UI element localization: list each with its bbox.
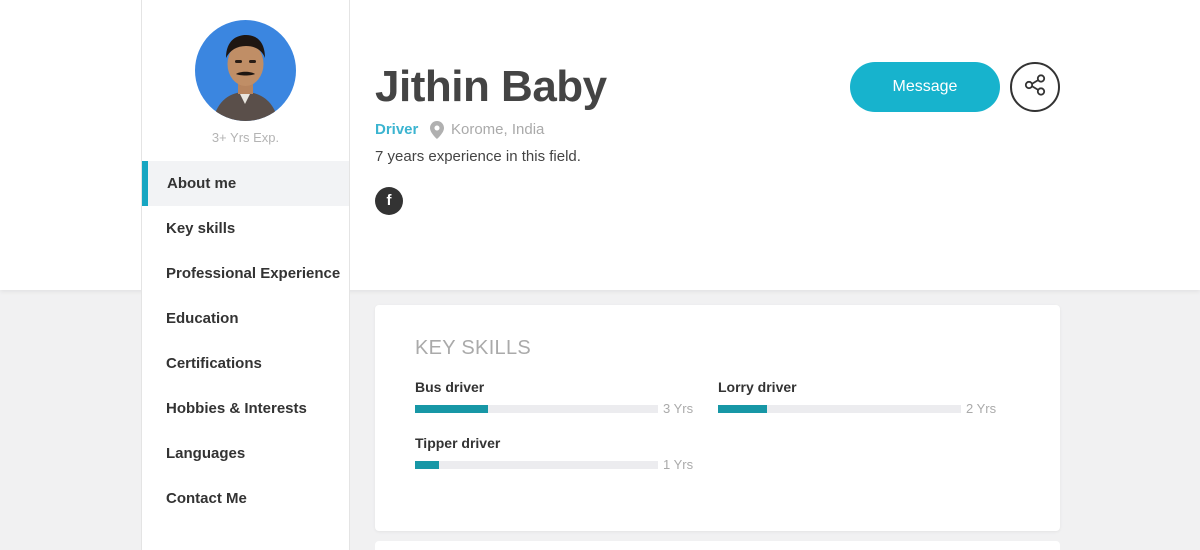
skill-progress-track bbox=[415, 461, 658, 469]
skill-years: 1 Yrs bbox=[663, 457, 694, 472]
profile-role[interactable]: Driver bbox=[375, 121, 418, 138]
sidebar-item-professional-experience[interactable]: Professional Experience bbox=[142, 251, 349, 296]
sidebar-item-education[interactable]: Education bbox=[142, 296, 349, 341]
map-pin-icon bbox=[430, 121, 444, 139]
next-section-card bbox=[375, 541, 1060, 550]
sidebar: 3+ Yrs Exp. About me Key skills Professi… bbox=[141, 0, 350, 550]
skill-progress-fill bbox=[415, 461, 440, 469]
sidebar-item-contact-me[interactable]: Contact Me bbox=[142, 476, 349, 521]
sidebar-nav: About me Key skills Professional Experie… bbox=[142, 161, 349, 521]
sidebar-item-certifications[interactable]: Certifications bbox=[142, 341, 349, 386]
skill-name: Tipper driver bbox=[415, 435, 501, 451]
facebook-icon[interactable]: f bbox=[375, 187, 403, 215]
profile-location: Korome, India bbox=[451, 121, 545, 138]
sidebar-item-languages[interactable]: Languages bbox=[142, 431, 349, 476]
share-button[interactable] bbox=[1010, 62, 1060, 112]
key-skills-card: KEY SKILLS Bus driver 3 Yrs Lorry driver… bbox=[375, 305, 1060, 531]
experience-badge: 3+ Yrs Exp. bbox=[211, 130, 280, 145]
skill-progress-fill bbox=[415, 405, 488, 413]
key-skills-title: KEY SKILLS bbox=[415, 337, 532, 359]
skill-item: Tipper driver 1 Yrs bbox=[415, 435, 694, 472]
profile-description: 7 years experience in this field. bbox=[375, 148, 581, 165]
skill-progress-track bbox=[415, 405, 658, 413]
skill-years: 3 Yrs bbox=[663, 401, 694, 416]
skill-progress-fill bbox=[718, 405, 767, 413]
skill-name: Bus driver bbox=[415, 379, 485, 395]
profile-name: Jithin Baby bbox=[375, 62, 607, 111]
sidebar-item-key-skills[interactable]: Key skills bbox=[142, 206, 349, 251]
sidebar-item-hobbies[interactable]: Hobbies & Interests bbox=[142, 386, 349, 431]
share-icon bbox=[1023, 73, 1047, 102]
skill-item: Bus driver 3 Yrs bbox=[415, 379, 694, 416]
skill-name: Lorry driver bbox=[718, 379, 797, 395]
message-button[interactable]: Message bbox=[850, 62, 1000, 112]
sidebar-item-about-me[interactable]: About me bbox=[142, 161, 349, 206]
avatar bbox=[195, 20, 296, 121]
skill-years: 2 Yrs bbox=[966, 401, 997, 416]
skill-progress-track bbox=[718, 405, 961, 413]
skill-item: Lorry driver 2 Yrs bbox=[718, 379, 997, 416]
